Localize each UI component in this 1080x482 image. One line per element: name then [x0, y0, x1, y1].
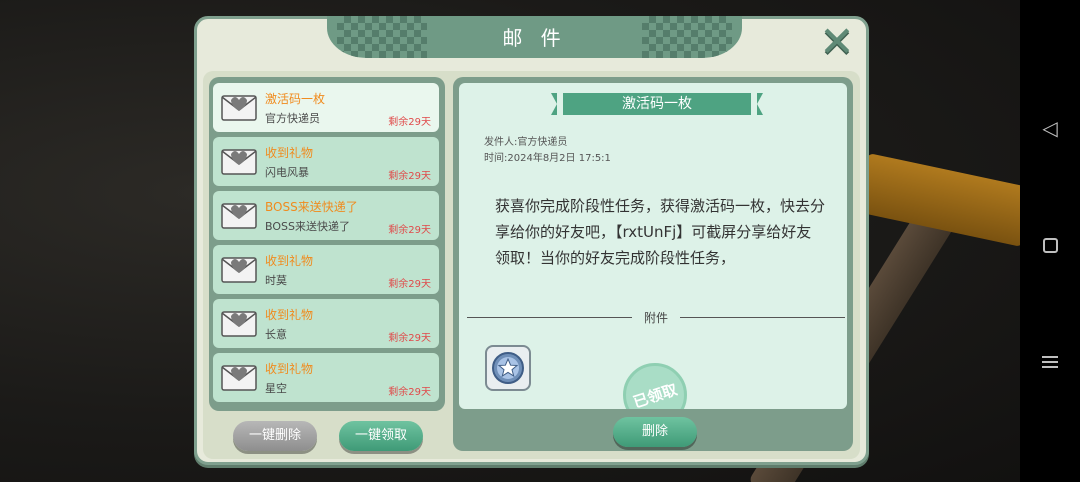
envelope-icon [221, 146, 257, 176]
mail-item-sender: 星空 [265, 382, 287, 395]
back-icon[interactable]: ◁ [1020, 108, 1080, 148]
blue-star-badge-icon [492, 352, 524, 384]
envelope-icon [221, 200, 257, 230]
mail-list-item[interactable]: BOSS来送快递了 BOSS来送快递了 剩余29天 [213, 191, 439, 240]
envelope-icon [221, 92, 257, 122]
mail-detail-body: 获喜你完成阶段性任务，获得激活码一枚，快去分享给你的好友吧，【rxtUnFj】可… [495, 197, 826, 267]
envelope-icon [221, 308, 257, 338]
mail-item-remaining: 剩余29天 [388, 225, 431, 236]
mail-list-item[interactable]: 收到礼物闪电风暴 剩余29天 [213, 137, 439, 186]
delete-button[interactable]: 删除 [613, 417, 697, 447]
mail-item-sender: 官方快递员 [265, 112, 320, 125]
mail-item-title: 激活码一枚 [265, 92, 326, 106]
mail-item-sender: 时莫 [265, 274, 287, 287]
envelope-icon [221, 362, 257, 392]
mail-list-item[interactable]: 收到礼物时莫 剩余29天 [213, 245, 439, 294]
mail-item-remaining: 剩余29天 [388, 333, 431, 344]
mail-detail-sender: 发件人:官方快递员 [484, 137, 568, 148]
mail-detail-title: 激活码一枚 [551, 93, 763, 115]
mail-dialog: 邮 件 ✕ 激活码一枚 官方快递员 剩余29天 收到礼物 闪电风暴 剩余29天 BOSS来送… [194, 16, 869, 465]
mail-item-sender: 闪电风暴 [265, 166, 309, 179]
home-icon[interactable] [1020, 224, 1080, 264]
recent-apps-icon[interactable] [1020, 340, 1080, 380]
mail-item-sender: 长意 [265, 328, 287, 341]
claimed-stamp: 已领取 [623, 363, 687, 409]
mail-list-item[interactable]: 收到礼物星空 剩余29天 [213, 353, 439, 402]
envelope-icon [221, 254, 257, 284]
mail-detail-panel: 激活码一枚 发件人:官方快递员 时间:2024年8月2日 17:5:1 获喜你完… [453, 77, 853, 451]
divider-right [680, 317, 845, 318]
dialog-title-bar: 邮 件 [327, 16, 742, 58]
mail-item-remaining: 剩余29天 [388, 387, 431, 398]
mail-item-title: 收到礼物 [265, 308, 314, 322]
mail-item-title: 收到礼物 [265, 146, 314, 160]
dialog-title: 邮 件 [502, 26, 567, 50]
close-icon[interactable]: ✕ [816, 21, 858, 63]
mail-item-remaining: 剩余29天 [388, 117, 431, 128]
mail-list-item[interactable]: 收到礼物长意 剩余29天 [213, 299, 439, 348]
attachment-divider: 附件 [467, 309, 845, 325]
delete-all-button[interactable]: 一键删除 [233, 421, 317, 451]
dialog-content: 激活码一枚 官方快递员 剩余29天 收到礼物 闪电风暴 剩余29天 BOSS来送快递了 BOS… [203, 71, 860, 459]
claim-all-button[interactable]: 一键领取 [339, 421, 423, 451]
mail-item-remaining: 剩余29天 [388, 279, 431, 290]
mail-detail-time: 时间:2024年8月2日 17:5:1 [484, 153, 611, 164]
mail-item-title: 收到礼物 [265, 254, 314, 268]
attachment-item[interactable] [485, 345, 531, 391]
android-nav-bar: ◁ [1020, 0, 1080, 482]
mail-item-title: BOSS来送快递了 [265, 200, 358, 214]
mail-item-remaining: 剩余29天 [388, 171, 431, 182]
mail-detail-card: 激活码一枚 发件人:官方快递员 时间:2024年8月2日 17:5:1 获喜你完… [459, 83, 847, 409]
mail-list-item[interactable]: 激活码一枚官方快递员 剩余29天 [213, 83, 439, 132]
mail-list: 激活码一枚 官方快递员 剩余29天 收到礼物 闪电风暴 剩余29天 BOSS来送快递了 BOS… [209, 77, 445, 411]
mail-item-sender: BOSS来送快递了 [265, 220, 350, 233]
mail-item-title: 收到礼物 [265, 362, 314, 376]
